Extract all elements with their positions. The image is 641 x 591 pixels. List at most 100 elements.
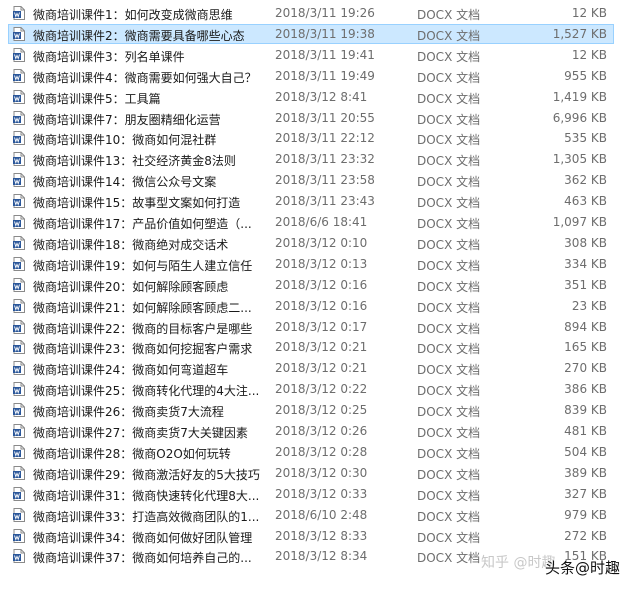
docx-file-icon [13,444,25,459]
file-row[interactable]: 微商培训课件33：打造高效微商团队的1... 2018/6/10 2:48 DOCX… [8,505,614,525]
file-type: DOCX 文档 [417,363,481,378]
file-type: DOCX 文档 [417,279,481,294]
file-row[interactable]: 微商培训课件4：微商需要如何强大自己？ 2018/3/11 19:49 DOCX 文… [8,66,614,86]
file-row[interactable]: 微商培训课件7：朋友圈精细化运营 2018/3/11 20:55 DOCX 文档 6,… [8,108,614,128]
file-date: 2018/3/11 19:26 [275,6,375,20]
file-name: 微商培训课件25：微商转化代理的4大注... [33,384,260,399]
file-size: 334 KB [564,256,607,271]
file-row[interactable]: 微商培训课件23：微商如何挖掘客户需求 2018/3/12 0:21 DOCX 文档… [8,337,614,357]
file-name: 微商培训课件19：如何与陌生人建立信任 [33,258,253,273]
docx-file-icon [13,549,25,564]
file-row[interactable]: 微商培训课件18：微商绝对成交话术 2018/3/12 0:10 DOCX 文档 30… [8,233,614,253]
file-row[interactable]: 微商培训课件2：微商需要具备哪些心态 2018/3/11 19:38 DOCX 文档… [8,23,614,44]
file-row[interactable]: 微商培训课件20：如何解除顾客顾虑 2018/3/12 0:16 DOCX 文档 35… [8,275,614,295]
file-size: 165 KB [564,340,607,355]
file-row[interactable]: 微商培训课件15：故事型文案如何打造 2018/3/11 23:43 DOCX 文档… [8,191,614,211]
file-type: DOCX 文档 [417,467,481,482]
file-name: 微商培训课件15：故事型文案如何打造 [33,196,241,211]
docx-file-icon [13,131,25,146]
file-date: 2018/3/12 0:26 [275,424,368,438]
file-name: 微商培训课件29：微商激活好友的5大技巧 [33,467,260,482]
file-row[interactable]: 微商培训课件1：如何改变成微商思维 2018/3/11 19:26 DOCX 文档 1… [8,3,614,23]
file-size: 481 KB [564,424,607,438]
file-name: 微商培训课件1：如何改变成微商思维 [33,8,233,22]
file-row[interactable]: 微商培训课件21：如何解除顾客顾虑二... 2018/3/12 0:16 DOCX … [8,296,614,316]
file-name: 微商培训课件23：微商如何挖掘客户需求 [33,342,253,357]
file-row[interactable]: 微商培训课件19：如何与陌生人建立信任 2018/3/12 0:13 DOCX 文档… [8,254,614,274]
file-name: 微商培训课件7：朋友圈精细化运营 [33,112,221,127]
file-row[interactable]: 微商培训课件13：社交经济黄金8法则 2018/3/11 23:32 DOCX 文档… [8,149,614,169]
file-date: 2018/3/11 23:32 [275,152,375,167]
file-row[interactable]: 微商培训课件28：微商O2O如何玩转 2018/3/12 0:28 DOCX 文档 5… [8,442,614,462]
file-date: 2018/3/11 19:41 [275,47,375,62]
file-type: DOCX 文档 [417,237,481,252]
file-date: 2018/3/11 19:38 [275,26,375,41]
file-row[interactable]: 微商培训课件25：微商转化代理的4大注... 2018/3/12 0:22 DOCX… [8,379,614,399]
file-type: DOCX 文档 [417,112,481,127]
file-name: 微商培训课件34：微商如何做好团队管理 [33,530,253,545]
file-type: DOCX 文档 [417,342,481,357]
file-row[interactable]: 微商培训课件31：微商快速转化代理8大... 2018/3/12 0:33 DOCX… [8,484,614,504]
file-type: DOCX 文档 [417,8,481,22]
file-date: 2018/3/12 0:13 [275,256,368,271]
file-name: 微商培训课件27：微商卖货7大关键因素 [33,426,248,440]
file-row[interactable]: 微商培训课件22：微商的目标客户是哪些 2018/3/12 0:17 DOCX 文档… [8,317,614,337]
file-row[interactable]: 微商培训课件10：微商如何混社群 2018/3/11 22:12 DOCX 文档 53… [8,128,614,148]
file-type: DOCX 文档 [417,217,481,231]
docx-file-icon [13,298,25,313]
file-size: 1,097 KB [552,215,607,229]
file-type: DOCX 文档 [417,49,481,64]
file-size: 272 KB [564,528,607,543]
file-type: DOCX 文档 [417,258,481,273]
docx-file-icon [13,507,25,522]
file-date: 2018/3/12 0:17 [275,319,368,334]
file-date: 2018/3/12 8:33 [275,528,368,543]
file-name: 微商培训课件5：工具篇 [33,91,161,106]
file-date: 2018/3/11 22:12 [275,131,375,146]
file-row[interactable]: 微商培训课件17：产品价值如何塑造（... 2018/6/6 18:41 DOCX … [8,212,614,232]
file-row[interactable]: 微商培训课件5：工具篇 2018/3/12 8:41 DOCX 文档 1,419 KB [8,87,614,107]
file-name: 微商培训课件37：微商如何培养自己的... [33,551,252,566]
file-type: DOCX 文档 [417,28,481,43]
docx-file-icon [13,277,25,292]
file-type: DOCX 文档 [417,321,481,336]
docx-file-icon [13,173,25,188]
file-date: 2018/3/12 0:21 [275,340,368,355]
file-type: DOCX 文档 [417,488,481,503]
file-name: 微商培训课件13：社交经济黄金8法则 [33,154,236,169]
file-name: 微商培训课件10：微商如何混社群 [33,133,217,148]
docx-file-icon [13,152,25,167]
file-row[interactable]: 微商培训课件34：微商如何做好团队管理 2018/3/12 8:33 DOCX 文档… [8,526,614,546]
docx-file-icon [13,382,25,397]
file-name: 微商培训课件20：如何解除顾客顾虑 [33,279,229,294]
file-name: 微商培训课件17：产品价值如何塑造（... [33,217,252,231]
file-type: DOCX 文档 [417,175,481,190]
file-size: 308 KB [564,235,607,250]
docx-file-icon [13,6,25,20]
file-row[interactable]: 微商培训课件27：微商卖货7大关键因素 2018/3/12 0:26 DOCX 文档… [8,421,614,441]
file-type: DOCX 文档 [417,446,481,461]
file-date: 2018/6/10 2:48 [275,507,368,522]
file-date: 2018/3/12 8:41 [275,89,368,104]
file-date: 2018/3/11 20:55 [275,110,375,125]
file-type: DOCX 文档 [417,91,481,106]
file-name: 微商培训课件14：微信公众号文案 [33,175,217,190]
file-row[interactable]: 微商培训课件14：微信公众号文案 2018/3/11 23:58 DOCX 文档 36… [8,170,614,190]
file-date: 2018/6/6 18:41 [275,215,368,229]
file-name: 微商培训课件2：微商需要具备哪些心态 [33,28,245,43]
file-row[interactable]: 微商培训课件3：列名单课件 2018/3/11 19:41 DOCX 文档 12 KB [8,45,614,65]
file-size: 894 KB [564,319,607,334]
docx-file-icon [13,319,25,334]
file-row[interactable]: 微商培训课件26：微商卖货7大流程 2018/3/12 0:25 DOCX 文档 83… [8,400,614,420]
file-date: 2018/3/11 23:58 [275,173,375,188]
docx-file-icon [13,47,25,62]
file-row[interactable]: 微商培训课件24：微商如何弯道超车 2018/3/12 0:21 DOCX 文档 27… [8,358,614,378]
file-name: 微商培训课件26：微商卖货7大流程 [33,405,224,420]
file-row[interactable]: 微商培训课件29：微商激活好友的5大技巧 2018/3/12 0:30 DOCX 文… [8,463,614,483]
file-type: DOCX 文档 [417,509,481,524]
file-size: 389 KB [564,465,607,480]
docx-file-icon [13,361,25,376]
file-name: 微商培训课件22：微商的目标客户是哪些 [33,321,253,336]
docx-file-icon [13,256,25,271]
file-date: 2018/3/11 19:49 [275,68,375,83]
